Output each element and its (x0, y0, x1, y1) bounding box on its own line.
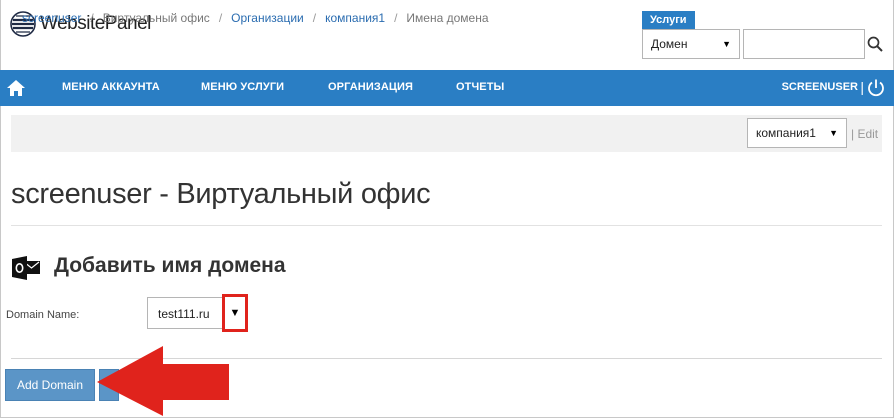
breadcrumb-separator: / (312, 11, 317, 25)
breadcrumb-separator: / (90, 11, 94, 25)
nav-organization[interactable]: ОРГАНИЗАЦИЯ (328, 81, 413, 93)
breadcrumb-screenuser[interactable]: screenuser (22, 11, 81, 25)
domain-name-label: Domain Name: (6, 309, 80, 321)
domain-dropdown-toggle[interactable]: ▼ (222, 294, 248, 332)
add-domain-button[interactable]: Add Domain (5, 369, 95, 401)
services-label: Услуги (642, 11, 695, 29)
annotation-arrow-icon (97, 346, 229, 416)
breadcrumb-separator: / (218, 11, 223, 25)
domain-selected-value: test111.ru (158, 307, 210, 321)
breadcrumb-company[interactable]: компания1 (325, 11, 385, 25)
nav-account-menu[interactable]: МЕНЮ АККАУНТА (62, 81, 160, 93)
chevron-down-icon: ▼ (229, 307, 241, 319)
nav-services-menu[interactable]: МЕНЮ УСЛУГИ (201, 81, 284, 93)
chevron-down-icon: ▼ (722, 39, 731, 49)
breadcrumb: screenuser / Виртуальный офис / Организации /… (22, 11, 489, 25)
search-button[interactable] (864, 33, 886, 55)
section-title: Добавить имя домена (54, 254, 286, 277)
breadcrumb-virtual-office: Виртуальный офис (102, 11, 210, 25)
main-nav: МЕНЮ АККАУНТА МЕНЮ УСЛУГИ ОРГАНИЗАЦИЯ ОТ… (0, 70, 894, 106)
breadcrumb-domain-names: Имена домена (406, 11, 489, 25)
breadcrumb-separator: / (394, 11, 398, 25)
organization-select[interactable]: компания1 ▼ (747, 118, 847, 148)
home-button[interactable] (6, 78, 26, 98)
outlook-icon (12, 256, 41, 280)
nav-reports[interactable]: ОТЧЕТЫ (456, 81, 504, 93)
edit-link[interactable]: | Edit (851, 127, 878, 141)
organization-selected-value: компания1 (756, 126, 816, 140)
page-title: screenuser - Виртуальный офис (11, 178, 431, 210)
chevron-down-icon: ▼ (829, 128, 838, 138)
nav-user[interactable]: SCREENUSER (782, 81, 858, 93)
nav-separator: | (860, 79, 864, 95)
services-select[interactable]: Домен ▼ (642, 29, 740, 59)
search-icon (867, 36, 883, 52)
power-icon (868, 79, 884, 97)
home-icon (7, 80, 25, 96)
search-input[interactable] (743, 29, 865, 59)
logout-button[interactable] (866, 78, 886, 98)
services-selected-value: Домен (651, 37, 688, 51)
divider (11, 225, 882, 226)
breadcrumb-organizations[interactable]: Организации (231, 11, 304, 25)
